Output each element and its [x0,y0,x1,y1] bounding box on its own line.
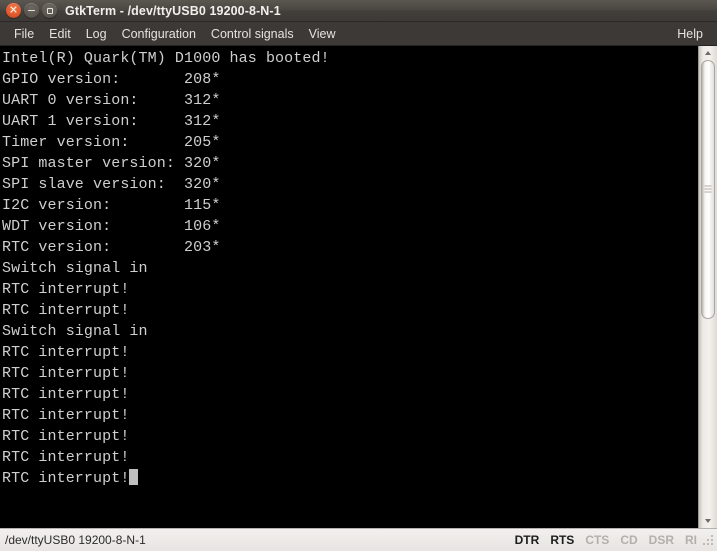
terminal-line: WDT version: 106* [2,218,221,235]
close-button[interactable]: ✕ [6,3,21,18]
terminal-line: Intel(R) Quark(TM) D1000 has booted! [2,50,330,67]
terminal-line: RTC interrupt! [2,386,130,403]
terminal-line: RTC interrupt! [2,302,130,319]
title-bar: ✕ GtkTerm - /dev/ttyUSB0 19200-8-N-1 [0,0,717,22]
maximize-icon [46,7,53,14]
terminal-line: UART 1 version: 312* [2,113,221,130]
signal-rts[interactable]: RTS [550,533,574,547]
scroll-down-button[interactable] [699,514,717,528]
menu-bar: File Edit Log Configuration Control sign… [0,22,717,46]
maximize-button[interactable] [42,3,57,18]
chevron-up-icon [705,51,711,55]
terminal-line: RTC interrupt! [2,344,130,361]
terminal-line: RTC interrupt! [2,449,130,466]
terminal-line: I2C version: 115* [2,197,221,214]
terminal-line: SPI master version: 320* [2,155,221,172]
terminal-line: UART 0 version: 312* [2,92,221,109]
close-icon: ✕ [8,3,19,17]
menu-item-log[interactable]: Log [79,24,115,44]
window-controls: ✕ [6,3,57,18]
terminal-line: RTC interrupt! [2,281,130,298]
gtkterm-window: ✕ GtkTerm - /dev/ttyUSB0 19200-8-N-1 Fil… [0,0,717,551]
terminal-line: SPI slave version: 320* [2,176,221,193]
port-info-label: /dev/ttyUSB0 19200-8-N-1 [5,533,146,547]
status-bar: /dev/ttyUSB0 19200-8-N-1 DTR RTS CTS CD … [0,528,717,551]
menu-item-configuration[interactable]: Configuration [115,24,204,44]
terminal-line: RTC interrupt! [2,428,130,445]
text-cursor [129,469,139,485]
scroll-up-button[interactable] [699,46,717,60]
grip-lines-icon [704,184,712,195]
terminal-output[interactable]: Intel(R) Quark(TM) D1000 has booted! GPIO… [0,46,698,528]
terminal-line: RTC interrupt! [2,365,130,382]
signal-dsr: DSR [648,533,674,547]
menu-item-edit[interactable]: Edit [42,24,79,44]
minimize-icon [28,9,35,12]
signal-dtr[interactable]: DTR [515,533,540,547]
menu-item-control-signals[interactable]: Control signals [204,24,302,44]
terminal-line: RTC interrupt! [2,407,130,424]
terminal-line: RTC interrupt! [2,468,698,489]
signal-cd: CD [620,533,638,547]
signal-indicators: DTR RTS CTS CD DSR RI [515,533,703,547]
terminal-line: Timer version: 205* [2,134,221,151]
menu-item-file[interactable]: File [7,24,42,44]
terminal-line: Switch signal in [2,260,148,277]
terminal-area: Intel(R) Quark(TM) D1000 has booted! GPIO… [0,46,717,528]
chevron-down-icon [705,519,711,523]
signal-cts: CTS [585,533,610,547]
scrollbar-track[interactable] [699,60,717,514]
terminal-line: Switch signal in [2,323,148,340]
resize-grip[interactable] [703,533,715,547]
vertical-scrollbar[interactable] [698,46,717,528]
window-title: GtkTerm - /dev/ttyUSB0 19200-8-N-1 [65,3,281,18]
signal-ri: RI [685,533,697,547]
scrollbar-thumb[interactable] [701,60,715,319]
terminal-line: GPIO version: 208* [2,71,221,88]
menu-item-view[interactable]: View [302,24,344,44]
minimize-button[interactable] [24,3,39,18]
terminal-line: RTC version: 203* [2,239,221,256]
menu-item-help[interactable]: Help [670,24,711,44]
